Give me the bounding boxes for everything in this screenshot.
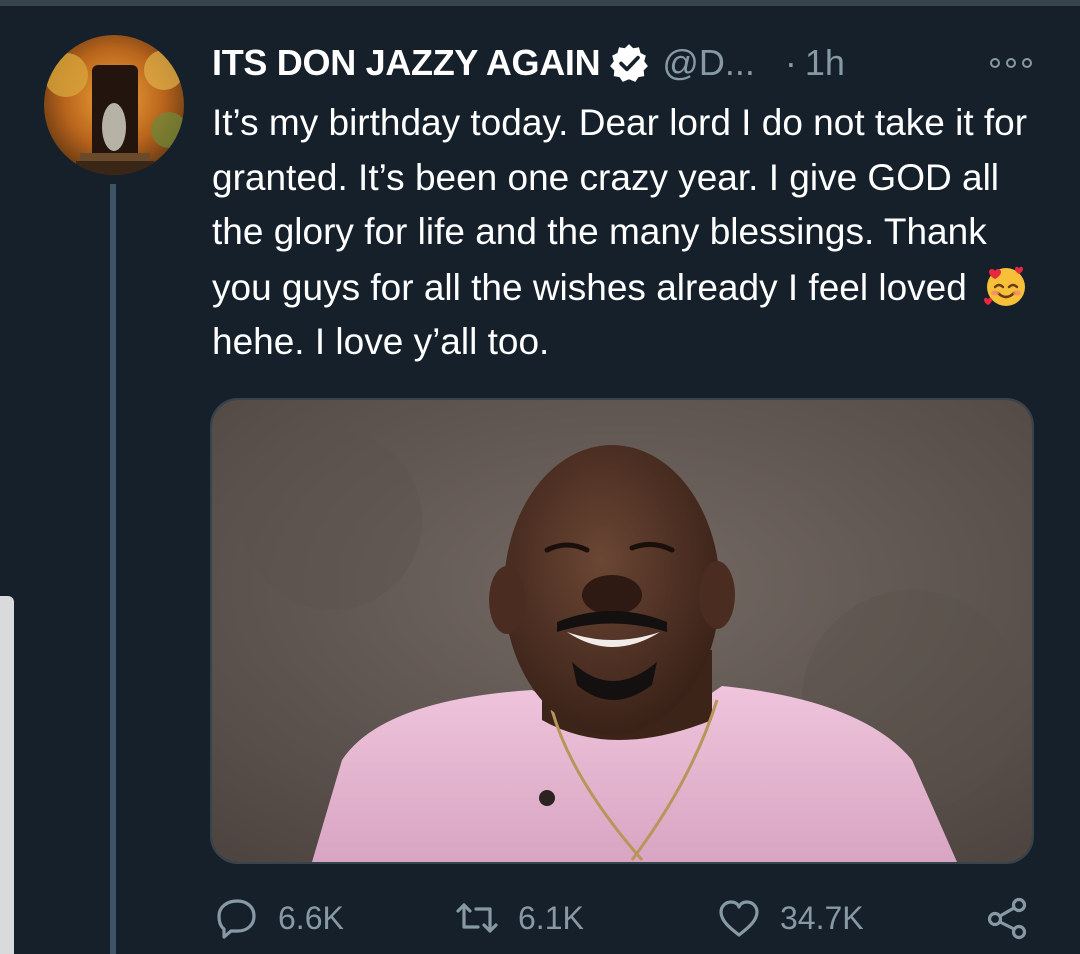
- thread-line: [110, 184, 116, 954]
- verified-badge-icon: [610, 44, 649, 82]
- retweet-count: 6.1K: [518, 899, 584, 936]
- tweet-text-main: It’s my birthday today. Dear lord I do n…: [212, 102, 1028, 308]
- share-button[interactable]: [984, 888, 1030, 948]
- time-separator: ·: [784, 42, 797, 83]
- timestamp[interactable]: 1h: [805, 42, 845, 84]
- tweet-text: It’s my birthday today. Dear lord I do n…: [212, 96, 1052, 370]
- tweet-photo[interactable]: [210, 398, 1034, 864]
- more-options-icon[interactable]: [990, 56, 1032, 70]
- edge-scroll-handle[interactable]: [0, 596, 14, 954]
- reply-icon: [217, 899, 256, 939]
- like-count: 34.7K: [780, 899, 864, 936]
- retweet-button[interactable]: 6.1K: [454, 888, 584, 948]
- smiling-face-with-hearts-icon: [984, 266, 1026, 306]
- reply-count: 6.6K: [278, 899, 344, 936]
- author-handle[interactable]: @D...: [662, 42, 755, 84]
- avatar[interactable]: [44, 35, 184, 175]
- tweet-text-end: hehe. I love y’all too.: [212, 321, 550, 362]
- heart-icon: [719, 900, 759, 937]
- tweet-header: ITS DON JAZZY AGAIN @D... · 1h: [212, 38, 1062, 88]
- display-name[interactable]: ITS DON JAZZY AGAIN: [212, 42, 601, 84]
- reply-button[interactable]: 6.6K: [214, 888, 344, 948]
- top-divider: [0, 0, 1080, 6]
- share-icon: [987, 897, 1027, 940]
- like-button[interactable]: 34.7K: [716, 888, 864, 948]
- tweet-actions: 6.6K 6.1K 34.7K: [214, 888, 1044, 948]
- retweet-icon: [456, 903, 498, 933]
